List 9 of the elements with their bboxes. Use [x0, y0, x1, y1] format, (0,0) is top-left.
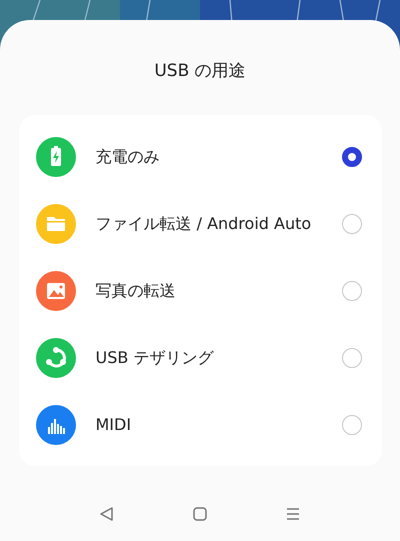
option-label[interactable]: MIDI	[96, 414, 342, 435]
option-label[interactable]: ファイル転送 / Android Auto	[96, 213, 342, 234]
home-icon[interactable]	[190, 505, 209, 523]
sheet-title: USB の用途	[154, 60, 246, 83]
radio-button[interactable]	[342, 146, 362, 166]
option-label[interactable]: 充電のみ	[96, 146, 342, 167]
option-label[interactable]: USB テザリング	[96, 347, 342, 368]
option-label[interactable]: 写真の転送	[96, 280, 342, 301]
back-icon[interactable]	[98, 505, 116, 523]
